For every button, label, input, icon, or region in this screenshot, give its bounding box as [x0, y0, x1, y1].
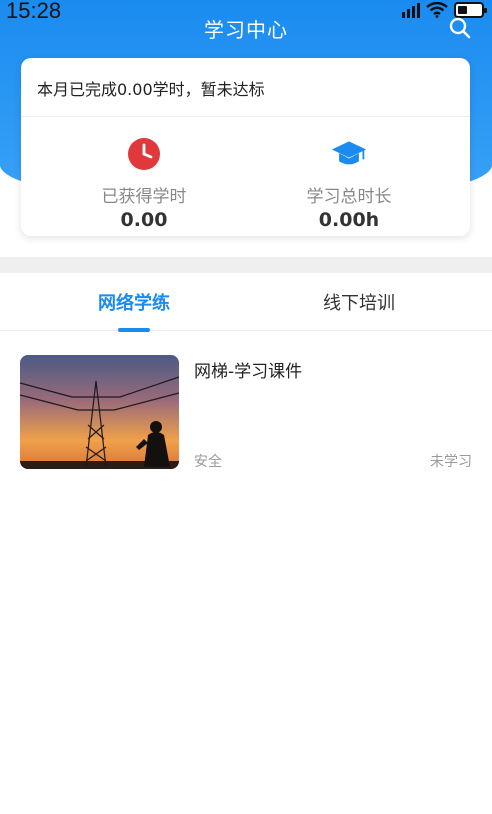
earned-hours-stat: 已获得学时 0.00	[69, 136, 219, 231]
study-summary-card: 本月已完成0.00学时，暂未达标 已获得学时 0.00 学习总时长 0.00h	[21, 58, 470, 236]
course-status: 未学习	[430, 454, 472, 470]
course-category-tag: 安全	[194, 454, 222, 470]
tab-online-practice[interactable]: 网络学练	[34, 289, 234, 315]
total-duration-stat: 学习总时长 0.00h	[274, 136, 424, 231]
monthly-status-text: 本月已完成0.00学时，暂未达标	[37, 80, 265, 99]
course-thumbnail	[20, 355, 179, 469]
clock-icon	[128, 138, 160, 170]
divider	[21, 116, 470, 117]
page-title: 学习中心	[204, 18, 288, 42]
section-separator	[0, 257, 492, 273]
search-icon[interactable]	[448, 16, 472, 40]
tab-offline-training[interactable]: 线下培训	[259, 289, 459, 315]
graduation-cap-icon	[331, 141, 367, 165]
total-duration-value: 0.00h	[318, 209, 380, 231]
course-title: 网梯-学习课件	[194, 362, 303, 382]
tab-bar: 网络学练 线下培训	[0, 273, 492, 332]
total-duration-label: 学习总时长	[306, 187, 392, 207]
active-tab-indicator	[118, 328, 150, 332]
earned-hours-label: 已获得学时	[101, 187, 187, 207]
course-list-item[interactable]: 网梯-学习课件 安全 未学习	[20, 355, 472, 470]
earned-hours-value: 0.00	[120, 209, 168, 231]
